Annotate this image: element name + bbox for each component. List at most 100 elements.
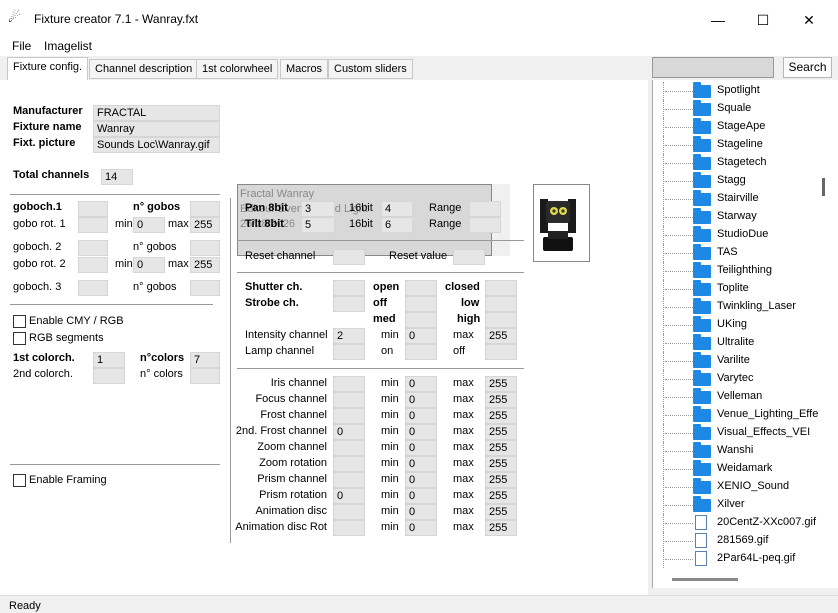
closed-field[interactable] — [485, 280, 517, 296]
animation-disc-min-field[interactable]: 0 — [405, 504, 437, 520]
tree-folder-item[interactable]: StudioDue — [653, 226, 838, 244]
prism-field[interactable] — [333, 472, 365, 488]
ngobos2-field[interactable] — [190, 240, 220, 256]
med-field[interactable] — [405, 312, 437, 328]
reset-value-field[interactable] — [453, 249, 485, 265]
frost2-field[interactable]: 0 — [333, 424, 365, 440]
strobe-field[interactable] — [333, 296, 365, 312]
tilt-range-field[interactable] — [469, 217, 501, 233]
zoom-rotation-field[interactable] — [333, 456, 365, 472]
tree-folder-item[interactable]: Varytec — [653, 370, 838, 388]
menu-file[interactable]: File — [12, 39, 31, 53]
tree-folder-item[interactable]: Ultralite — [653, 334, 838, 352]
tree-folder-item[interactable]: StageApe — [653, 118, 838, 136]
tree-folder-item[interactable]: UKing — [653, 316, 838, 334]
zoom-rotation-max-field[interactable]: 255 — [485, 456, 517, 472]
prism-max-field[interactable]: 255 — [485, 472, 517, 488]
tree-folder-item[interactable]: Visual_Effects_VEI — [653, 424, 838, 442]
tree-folder-item[interactable]: Stagg — [653, 172, 838, 190]
zoom-field[interactable] — [333, 440, 365, 456]
reset-channel-field[interactable] — [333, 249, 365, 265]
goboch3-field[interactable] — [78, 280, 108, 296]
tree-folder-item[interactable]: Teilighthing — [653, 262, 838, 280]
frost2-max-field[interactable]: 255 — [485, 424, 517, 440]
gobo-rot1-max-field[interactable]: 255 — [190, 217, 220, 233]
tab-custom-sliders[interactable]: Custom sliders — [328, 59, 413, 79]
high-field[interactable] — [485, 312, 517, 328]
animation-disc-rot-max-field[interactable]: 255 — [485, 520, 517, 536]
goboch2-field[interactable] — [78, 240, 108, 256]
intensity-min-field[interactable]: 0 — [405, 328, 437, 344]
search-button[interactable]: Search — [783, 57, 832, 78]
tree-folder-item[interactable]: Stageline — [653, 136, 838, 154]
goboch1-field[interactable] — [78, 201, 108, 217]
tree-folder-item[interactable]: Starway — [653, 208, 838, 226]
enable-cmy-checkbox[interactable] — [13, 315, 26, 328]
animation-disc-rot-field[interactable] — [333, 520, 365, 536]
gobo-rot2-field[interactable] — [78, 257, 108, 273]
gobo-rot1-field[interactable] — [78, 217, 108, 233]
iris-max-field[interactable]: 255 — [485, 376, 517, 392]
gobo-rot1-min-field[interactable]: 0 — [133, 217, 165, 233]
ngobos3-field[interactable] — [190, 280, 220, 296]
tree-file-item[interactable]: 2Par64L-peq.gif — [653, 550, 838, 568]
gobo-rot2-min-field[interactable]: 0 — [133, 257, 165, 273]
tree-file-item[interactable]: 281569.gif — [653, 532, 838, 550]
focus-max-field[interactable]: 255 — [485, 392, 517, 408]
pan-range-field[interactable] — [469, 201, 501, 217]
search-input[interactable] — [652, 57, 774, 78]
fixture-picture-field[interactable]: Sounds Loc\Wanray.gif — [93, 137, 220, 153]
zoom-min-field[interactable]: 0 — [405, 440, 437, 456]
tree-folder-item[interactable]: TAS — [653, 244, 838, 262]
off-field[interactable] — [405, 296, 437, 312]
zoom-max-field[interactable]: 255 — [485, 440, 517, 456]
second-colorch-field[interactable] — [93, 368, 125, 384]
close-button[interactable]: ✕ — [794, 8, 824, 32]
rgb-segments-checkbox[interactable] — [13, 332, 26, 345]
tilt-8bit-field[interactable]: 5 — [301, 217, 335, 233]
tree-folder-item[interactable]: Squale — [653, 100, 838, 118]
animation-disc-rot-min-field[interactable]: 0 — [405, 520, 437, 536]
frost-field[interactable] — [333, 408, 365, 424]
iris-field[interactable] — [333, 376, 365, 392]
prism-min-field[interactable]: 0 — [405, 472, 437, 488]
maximize-button[interactable]: ☐ — [748, 8, 778, 32]
intensity-field[interactable]: 2 — [333, 328, 365, 344]
tree-folder-item[interactable]: XENIO_Sound — [653, 478, 838, 496]
tree-file-item[interactable]: 20CentZ-XXc007.gif — [653, 514, 838, 532]
manufacturer-field[interactable]: FRACTAL — [93, 105, 220, 121]
total-channels-field[interactable]: 14 — [101, 169, 133, 185]
zoom-rotation-min-field[interactable]: 0 — [405, 456, 437, 472]
shutter-field[interactable] — [333, 280, 365, 296]
tree-folder-item[interactable]: Varilite — [653, 352, 838, 370]
prism-rotation-min-field[interactable]: 0 — [405, 488, 437, 504]
animation-disc-max-field[interactable]: 255 — [485, 504, 517, 520]
tree-folder-item[interactable]: Toplite — [653, 280, 838, 298]
low-field[interactable] — [485, 296, 517, 312]
tree-folder-item[interactable]: Stagetech — [653, 154, 838, 172]
open-field[interactable] — [405, 280, 437, 296]
lamp-field[interactable] — [333, 344, 365, 360]
tree-horizontal-scrollbar[interactable] — [672, 578, 738, 581]
animation-disc-field[interactable] — [333, 504, 365, 520]
frost-max-field[interactable]: 255 — [485, 408, 517, 424]
tree-folder-item[interactable]: Xilver — [653, 496, 838, 514]
enable-framing-checkbox[interactable] — [13, 474, 26, 487]
tree-folder-item[interactable]: Spotlight — [653, 82, 838, 100]
prism-rotation-field[interactable]: 0 — [333, 488, 365, 504]
ncolors-field[interactable]: 7 — [190, 352, 220, 368]
tree-folder-item[interactable]: Weidamark — [653, 460, 838, 478]
iris-min-field[interactable]: 0 — [405, 376, 437, 392]
minimize-button[interactable]: — — [703, 8, 733, 32]
fixture-tree[interactable]: Spotlight Squale StageApe Stageline Stagetec… — [652, 80, 838, 588]
focus-min-field[interactable]: 0 — [405, 392, 437, 408]
gobo-rot2-max-field[interactable]: 255 — [190, 257, 220, 273]
tree-folder-item[interactable]: Stairville — [653, 190, 838, 208]
tab-1st-colorwheel[interactable]: 1st colorwheel — [196, 59, 279, 79]
tree-folder-item[interactable]: Velleman — [653, 388, 838, 406]
tree-folder-item[interactable]: Venue_Lighting_Effe — [653, 406, 838, 424]
frost2-min-field[interactable]: 0 — [405, 424, 437, 440]
menu-imagelist[interactable]: Imagelist — [44, 39, 92, 53]
tab-macros[interactable]: Macros — [280, 59, 329, 79]
lamp-off-field[interactable] — [485, 344, 517, 360]
